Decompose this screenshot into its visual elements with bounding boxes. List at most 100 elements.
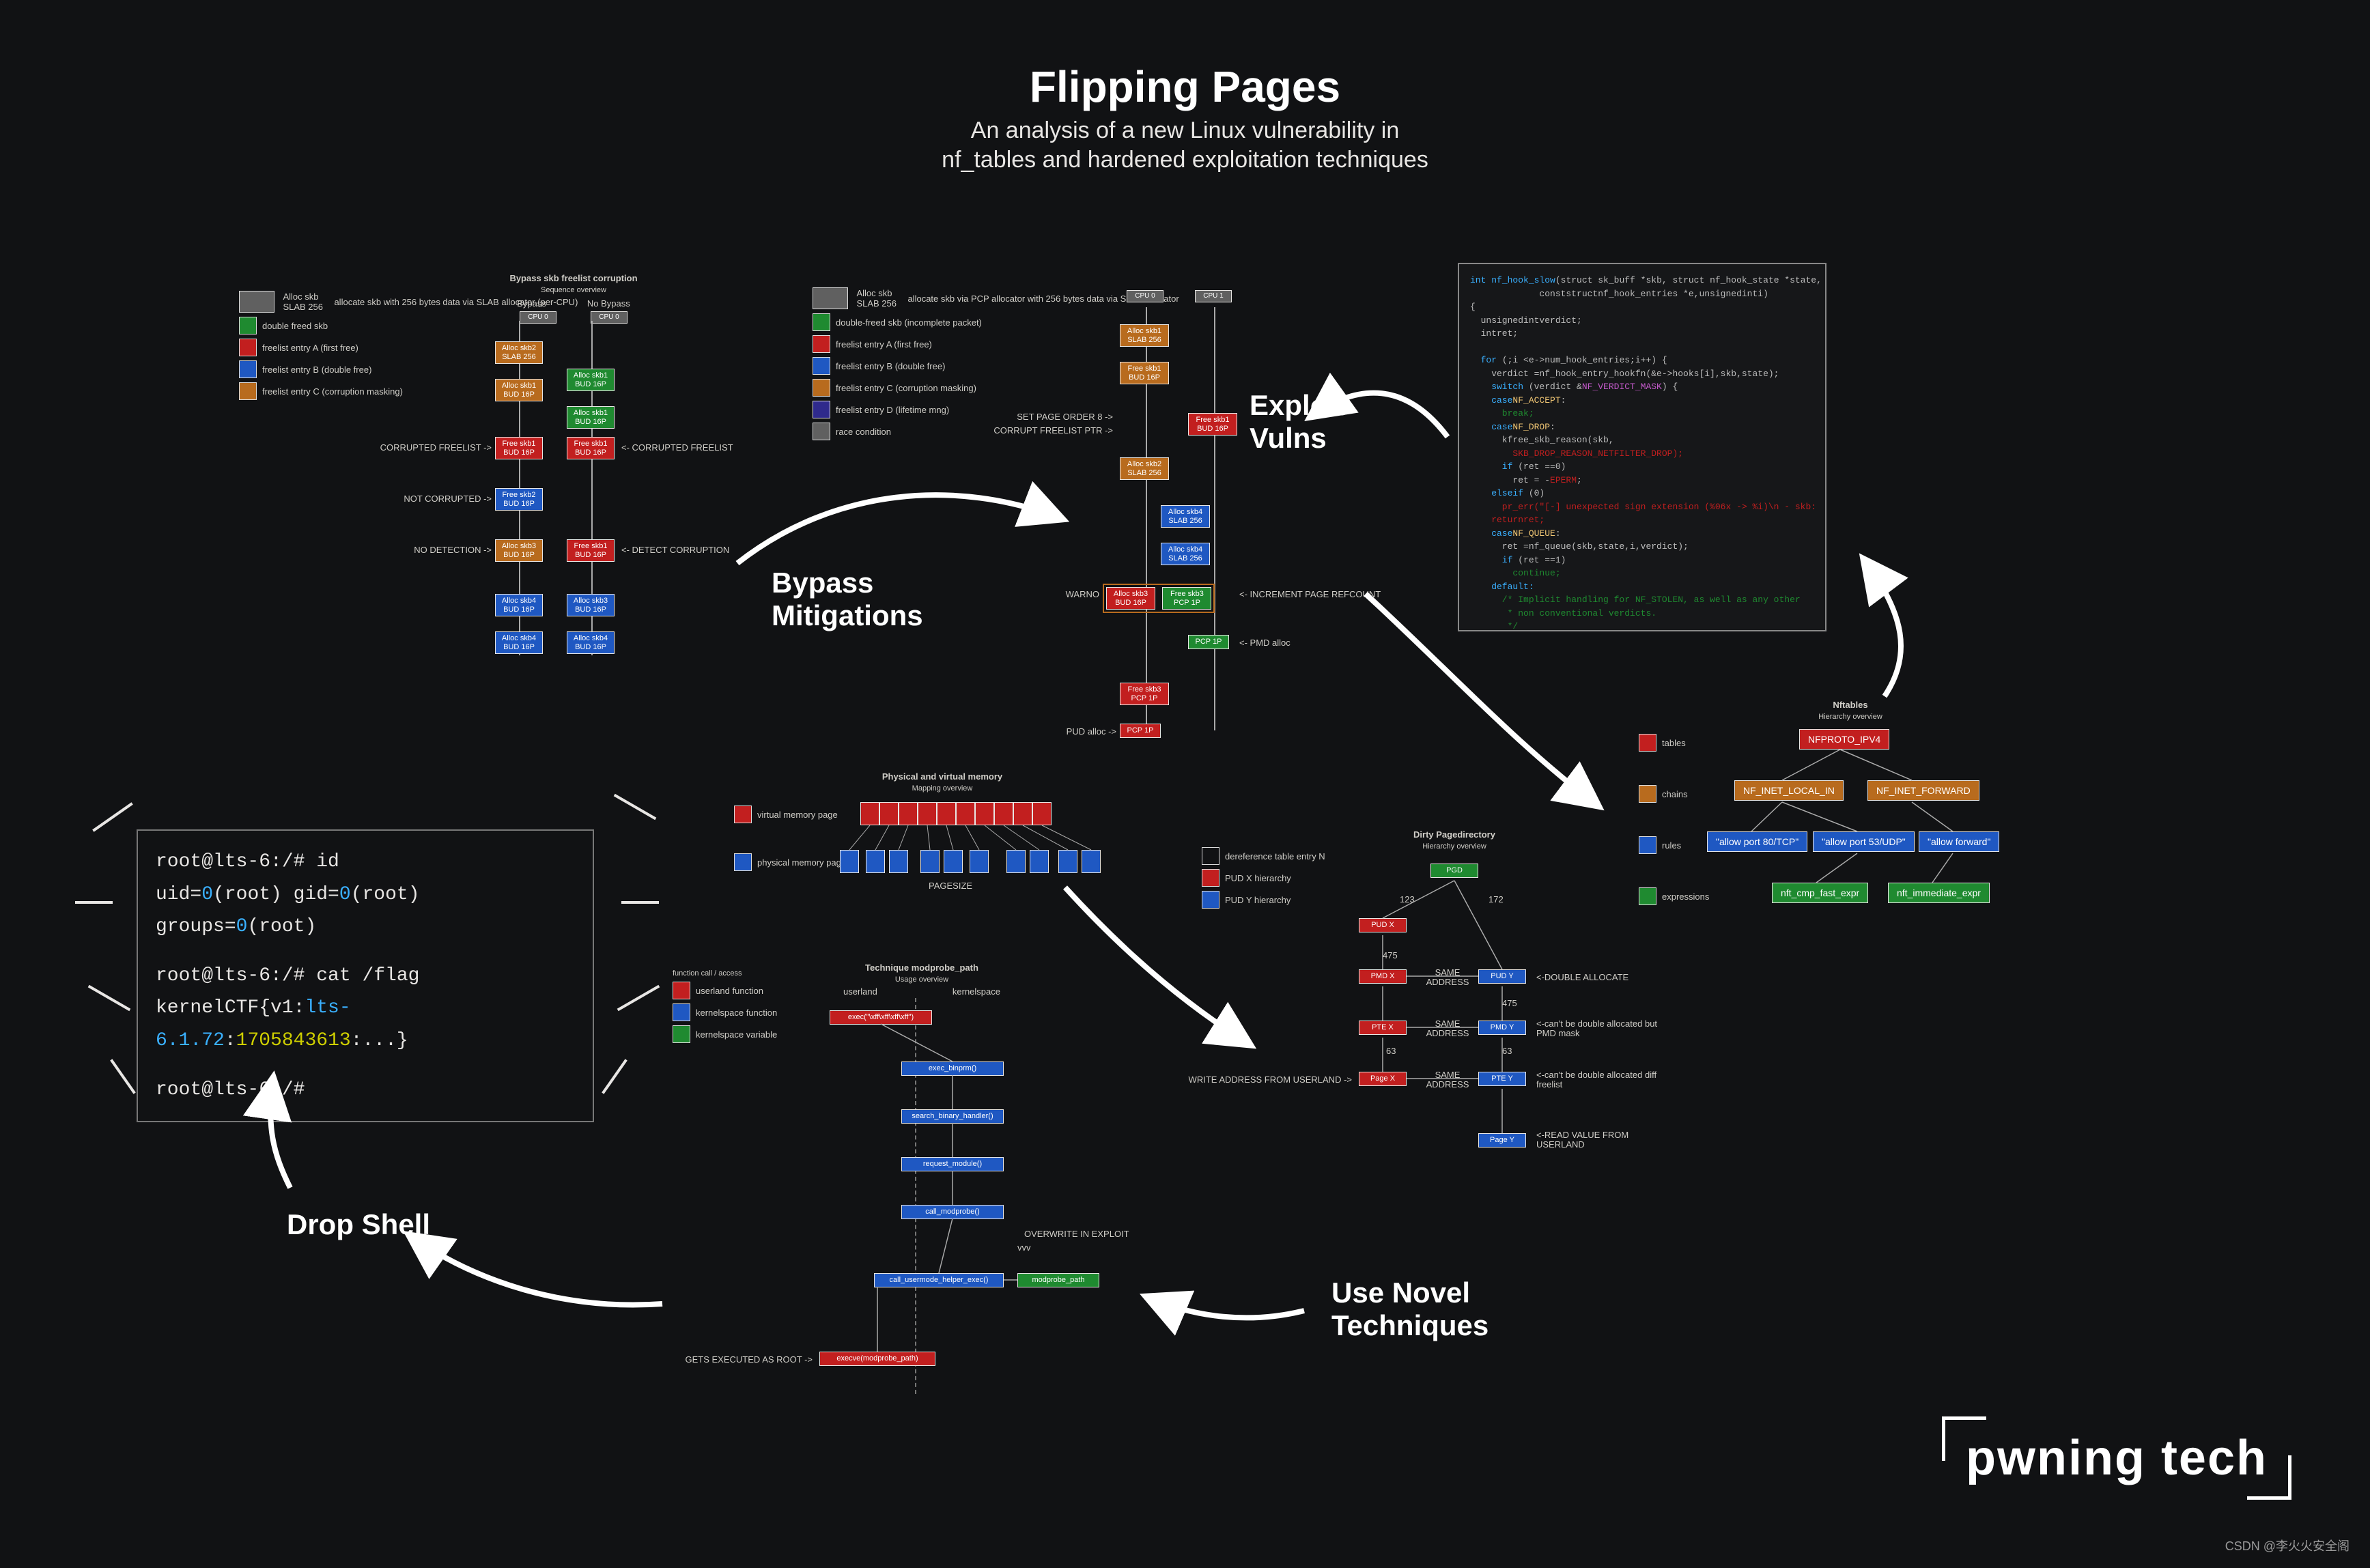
seq2-a1: Alloc skb1SLAB 256 (1120, 324, 1169, 347)
mp-root: GETS EXECUTED AS ROOT -> (673, 1354, 813, 1365)
swatch-green (239, 317, 257, 334)
seq-1-cpu0-a: CPU 0 (520, 311, 556, 324)
swatch-blue (239, 360, 257, 378)
seq1-l5: Alloc skb3BUD 16P (495, 539, 543, 562)
brand-logo: pwning tech (1966, 1430, 2268, 1486)
legend-2-header-1: Alloc skbSLAB 256 (856, 288, 897, 309)
mp-over: OVERWRITE IN EXPLOIT (1024, 1229, 1129, 1239)
seq1-ann3r: <- DETECT CORRUPTION (621, 545, 729, 555)
seq1-r6: Alloc skb3BUD 16P (567, 594, 615, 616)
spark-line (110, 1059, 136, 1094)
seq1-l3: Free skb1BUD 16P (495, 437, 543, 459)
subtitle-line-1: An analysis of a new Linux vulnerability… (971, 117, 1399, 143)
code-snippet: int nf_hook_slow(struct sk_buff *skb, st… (1458, 263, 1826, 631)
dirty-pudy: PUD Y (1478, 969, 1526, 984)
mp-n5: call_modprobe() (901, 1205, 1004, 1219)
dirty-hdr: Dirty Pagedirectory Hierarchy overview (1386, 829, 1523, 851)
l2-sw2 (813, 335, 830, 353)
fn-i1: userland function (696, 986, 763, 996)
seq-1-sub: Sequence overview (471, 286, 676, 294)
mp-n7: modprobe_path (1017, 1273, 1099, 1287)
phase-bypass: BypassMitigations (772, 567, 923, 632)
seq2-a2: Free skb1BUD 16P (1120, 362, 1169, 384)
modprobe-title: Technique modprobe_path (843, 963, 1000, 973)
dirty-same1: SAME ADDRESS (1420, 968, 1475, 988)
seq2-corrupt: CORRUPT FREELIST PTR -> (990, 425, 1113, 436)
dirty-v3l: 475 (1383, 950, 1398, 960)
dirty-v3r: 475 (1502, 998, 1517, 1008)
nf-r2: "allow port 53/UDP" (1813, 831, 1915, 852)
subtitle-line-2: nf_tables and hardened exploitation tech… (942, 147, 1428, 173)
mp-n1: exec("\xff\xff\xff\xff") (830, 1010, 932, 1025)
legend-1-header-2: allocate skb with 256 bytes data via SLA… (334, 297, 450, 307)
dirty-pagey: Page Y (1478, 1133, 1526, 1148)
nf-title: Nftables (1782, 700, 1919, 710)
mem-leg2-row: physical memory page (734, 853, 846, 871)
seq-1-cpu0-b: CPU 0 (591, 311, 627, 324)
deref-i1: PUD X hierarchy (1225, 873, 1291, 883)
deref-legend: dereference table entry N PUD X hierarch… (1202, 843, 1359, 913)
seq-1-title: Bypass skb freelist corruption (471, 273, 676, 283)
modprobe-hdr: Technique modprobe_path Usage overview u… (843, 963, 1000, 997)
seq2-rail-r (1214, 307, 1215, 730)
seq1-r2: Alloc skb1BUD 16P (567, 406, 615, 429)
seq1-l4: Free skb2BUD 16P (495, 488, 543, 511)
legend-2-header-swatch (813, 287, 848, 309)
deref-ann: dereference table entry N (1225, 851, 1325, 861)
dirty-ptey: PTE Y (1478, 1072, 1526, 1086)
seq2-cpu0: CPU 0 (1127, 290, 1163, 302)
fn-i2: kernelspace function (696, 1008, 777, 1018)
modprobe-col2: kernelspace (953, 986, 1000, 997)
dirty-dbl: <-DOUBLE ALLOCATE (1536, 972, 1628, 982)
l2-sw6 (813, 423, 830, 440)
fn-title: function call / access (673, 969, 823, 978)
seq-1-col-nobypass: No Bypass (587, 298, 630, 309)
dirty-write: WRITE ADDRESS FROM USERLAND -> (1188, 1074, 1352, 1085)
dirty-sub: Hierarchy overview (1386, 842, 1523, 851)
modprobe-sub: Usage overview (843, 975, 1000, 984)
mp-n4: request_module() (901, 1157, 1004, 1171)
dirty-read: <-READ VALUE FROM USERLAND (1536, 1130, 1652, 1150)
spark-line (75, 901, 113, 904)
nf-hdr: Nftables Hierarchy overview (1782, 700, 1919, 721)
dirty-same2: SAME ADDRESS (1420, 1019, 1475, 1039)
dirty-pmdy: PMD Y (1478, 1021, 1526, 1035)
fn-sw3 (673, 1025, 690, 1043)
seq2-free: Free skb3PCP 1P (1120, 683, 1169, 705)
swatch-red (239, 339, 257, 356)
seq1-ann1: CORRUPTED FREELIST -> (379, 442, 492, 453)
mem-leg2-sw (734, 853, 752, 871)
mem-leg2: physical memory page (757, 857, 846, 868)
seq2-pudalloc: PUD alloc -> (1055, 726, 1116, 737)
seq1-r3: Free skb1BUD 16P (567, 437, 615, 459)
mp-vvv: vvv (1017, 1242, 1031, 1253)
deref-sw1 (1202, 869, 1219, 887)
dirty-v5l: 63 (1386, 1046, 1396, 1056)
legend-1-item-4: freelist entry C (corruption masking) (262, 386, 403, 397)
seq2-b1: Free skb1BUD 16P (1188, 413, 1237, 436)
seq2-cpu1: CPU 1 (1195, 290, 1232, 302)
fn-sw1 (673, 982, 690, 999)
swatch-orange (239, 382, 257, 400)
dirty-same3: SAME ADDRESS (1420, 1070, 1475, 1090)
mp-n2: exec_binprm() (901, 1061, 1004, 1076)
dirty-title: Dirty Pagedirectory (1386, 829, 1523, 840)
modprobe-col1: userland (843, 986, 877, 997)
nf-l-rules: rules (1639, 836, 1681, 854)
seq2-w2: Free skb3PCP 1P (1162, 587, 1211, 610)
legend-1-item-2: freelist entry A (first free) (262, 343, 358, 353)
seq2-pcp1: PCP 1P (1188, 635, 1229, 649)
mp-n3: search_binary_handler() (901, 1109, 1004, 1124)
mem-leg1-row: virtual memory page (734, 806, 838, 823)
term-line-4: kernelCTF{v1:lts-6.1.72:1705843613:...} (156, 992, 575, 1057)
seq2-a3: Alloc skb2SLAB 256 (1120, 457, 1169, 480)
l2-sw1 (813, 313, 830, 331)
legend-2-item-1: double-freed skb (incomplete packet) (836, 317, 982, 328)
legend-2-item-3: freelist entry B (double free) (836, 361, 945, 371)
nf-in: NF_INET_LOCAL_IN (1734, 780, 1844, 801)
seq2-a5: Alloc skb4SLAB 256 (1161, 543, 1210, 565)
spark-line (621, 901, 659, 904)
mem-leg1-sw (734, 806, 752, 823)
mp-n8: execve(modprobe_path) (819, 1352, 935, 1366)
seq1-l7: Alloc skb4BUD 16P (495, 631, 543, 654)
